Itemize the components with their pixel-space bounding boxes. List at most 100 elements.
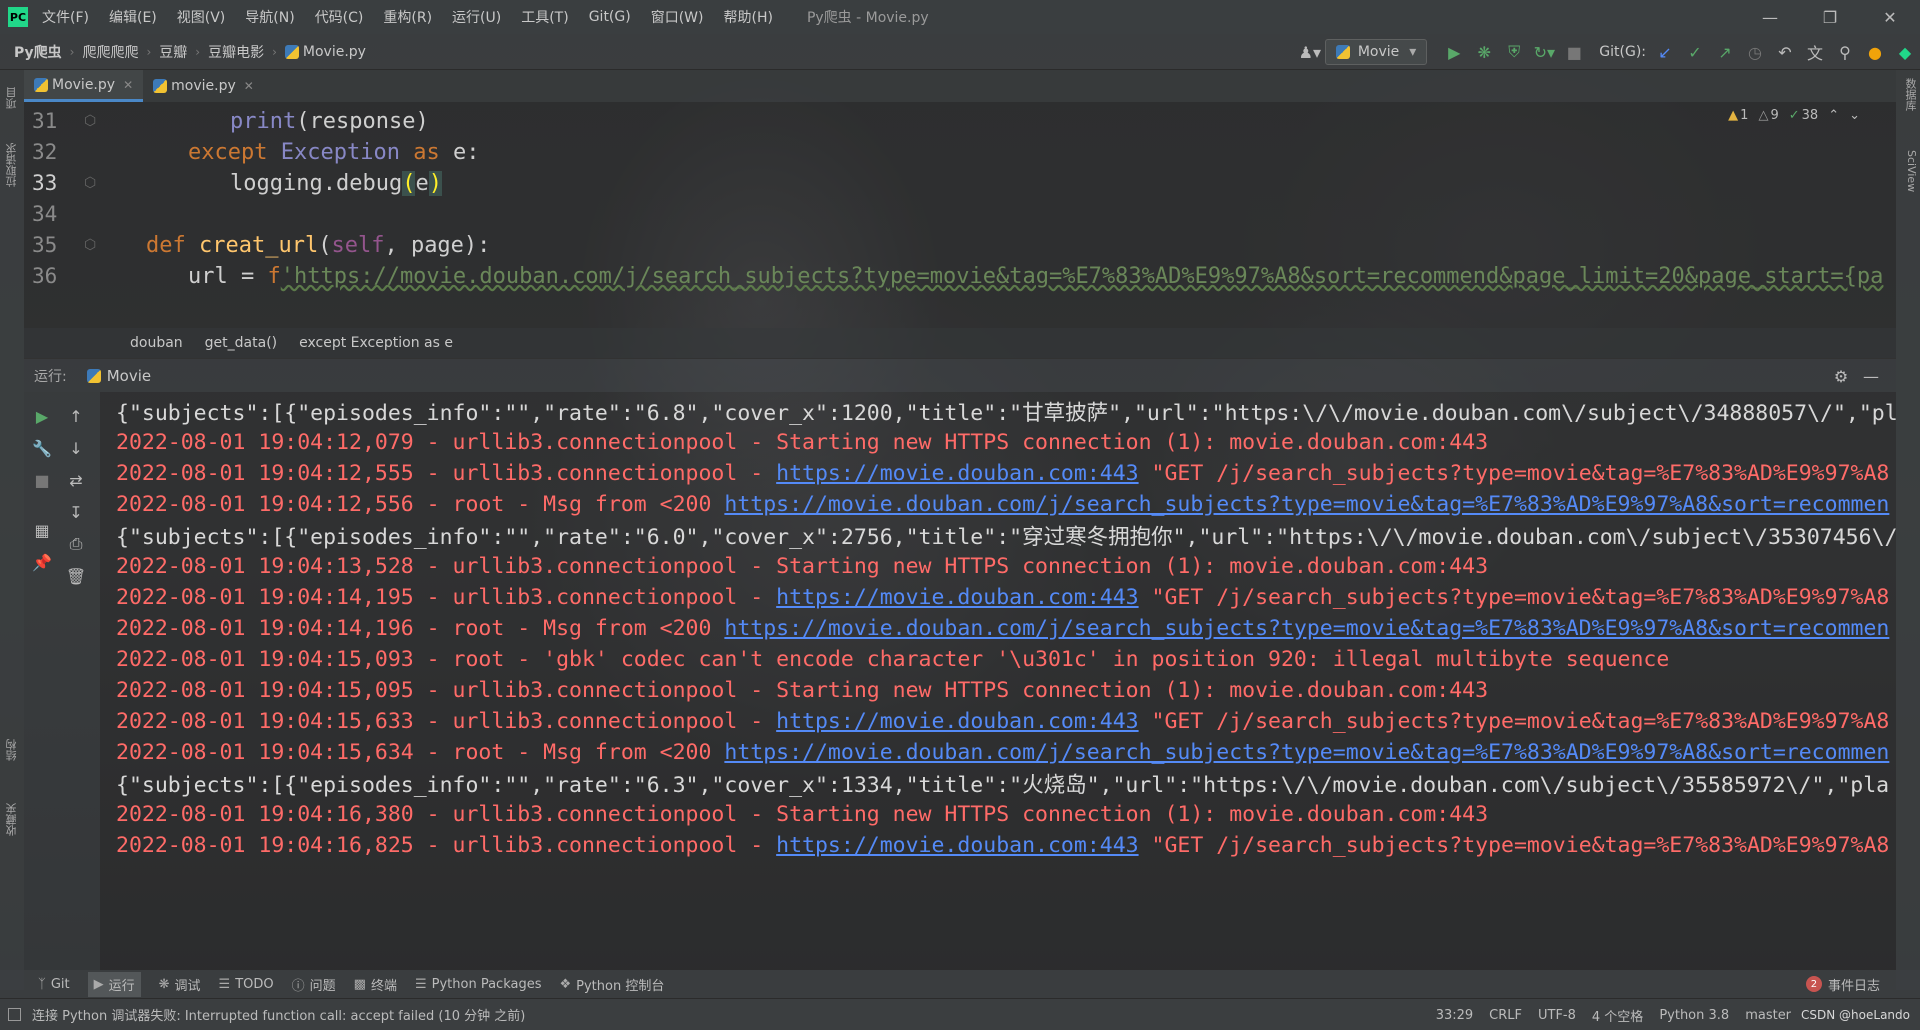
- code-keyword: def: [146, 232, 186, 258]
- tool-window-label: Python 控制台: [576, 978, 665, 994]
- python-interpreter[interactable]: Python 3.8: [1659, 1008, 1729, 1023]
- menu-help[interactable]: 帮助(H): [723, 7, 772, 27]
- breadcrumb-folder-3[interactable]: 豆瓣电影: [208, 42, 264, 62]
- jetbrains-icon[interactable]: ◆: [1890, 34, 1920, 70]
- tool-tab-project[interactable]: 项目: [2, 78, 22, 118]
- tool-window-terminal[interactable]: ▩ 终端: [354, 975, 397, 994]
- restore-icon[interactable]: ❐: [1800, 0, 1860, 34]
- arrow-up-icon[interactable]: ↑: [62, 402, 90, 430]
- user-icon[interactable]: ♟▾: [1295, 34, 1325, 70]
- code-keyword: except: [188, 139, 268, 165]
- tool-tab-pull-requests[interactable]: 拉取请求: [2, 130, 22, 200]
- toggle-tool-windows-icon[interactable]: [8, 1008, 21, 1021]
- git-history-icon[interactable]: ◷: [1740, 34, 1770, 70]
- caret-position[interactable]: 33:29: [1436, 1008, 1473, 1023]
- run-console[interactable]: {"subjects":[{"episodes_info":"","rate":…: [100, 392, 1896, 970]
- breadcrumb-file[interactable]: Movie.py: [284, 44, 366, 60]
- debug-icon[interactable]: ❋: [1469, 34, 1499, 70]
- tab-movie-py[interactable]: movie.py ✕: [143, 70, 264, 102]
- tab-movie-py-active[interactable]: Movie.py ✕: [24, 70, 144, 102]
- search-icon[interactable]: ⚲: [1830, 34, 1860, 70]
- tool-window-problems[interactable]: ⓘ 问题: [292, 975, 336, 994]
- console-text: "GET /j/search_subjects?type=movie&tag=%…: [1138, 708, 1890, 734]
- tool-tab-database[interactable]: 数据库: [1898, 78, 1918, 138]
- tool-tab-sciview[interactable]: SciView: [1898, 150, 1918, 210]
- fold-marker-icon[interactable]: ⬡: [84, 175, 106, 191]
- menu-file[interactable]: 文件(F): [42, 7, 89, 27]
- tool-window-python-packages[interactable]: ☰ Python Packages: [415, 977, 542, 992]
- console-link[interactable]: https://movie.douban.com/j/search_subjec…: [724, 492, 1889, 517]
- minimize-icon[interactable]: —: [1740, 0, 1800, 34]
- update-icon[interactable]: ●: [1860, 34, 1890, 70]
- run-tab-movie[interactable]: Movie: [86, 367, 151, 385]
- tool-window-run[interactable]: ▶ 运行: [87, 971, 141, 997]
- git-branch[interactable]: master: [1745, 1008, 1791, 1023]
- profile-icon[interactable]: ↻▾: [1529, 34, 1559, 70]
- scroll-to-end-icon[interactable]: ↧: [62, 498, 90, 526]
- run-config-selector[interactable]: Movie ▾: [1324, 39, 1428, 65]
- console-link[interactable]: https://movie.douban.com/j/search_subjec…: [724, 616, 1889, 641]
- menu-edit[interactable]: 编辑(E): [109, 7, 157, 27]
- hide-panel-icon[interactable]: —: [1856, 367, 1886, 386]
- file-encoding[interactable]: UTF-8: [1538, 1008, 1576, 1023]
- close-tab-icon[interactable]: ✕: [244, 79, 254, 93]
- menu-navigate[interactable]: 导航(N): [245, 7, 294, 27]
- pycharm-logo-icon[interactable]: PC: [8, 7, 28, 27]
- tab-label: movie.py: [171, 78, 236, 94]
- console-link[interactable]: https://movie.douban.com/j/search_subjec…: [724, 740, 1889, 765]
- tool-window-git[interactable]: ᛉ Git: [38, 977, 70, 992]
- rollback-icon[interactable]: ↶: [1770, 34, 1800, 70]
- translate-icon[interactable]: 文: [1800, 34, 1830, 70]
- gear-icon[interactable]: ⚙: [1826, 367, 1856, 386]
- code-breadcrumb-method[interactable]: get_data(): [205, 335, 277, 351]
- breadcrumb-folder-2[interactable]: 豆瓣: [159, 42, 187, 62]
- git-push-icon[interactable]: ↗: [1710, 34, 1740, 70]
- breadcrumb-project[interactable]: Py爬虫: [14, 42, 62, 62]
- line-separator[interactable]: CRLF: [1489, 1008, 1522, 1023]
- close-icon[interactable]: ✕: [1860, 0, 1920, 34]
- arrow-down-icon[interactable]: ↓: [62, 434, 90, 462]
- menu-run[interactable]: 运行(U): [452, 7, 501, 27]
- close-tab-icon[interactable]: ✕: [123, 78, 133, 92]
- fold-marker-icon[interactable]: ⬡: [84, 237, 106, 253]
- menu-tools[interactable]: 工具(T): [521, 7, 568, 27]
- menu-refactor[interactable]: 重构(R): [383, 7, 432, 27]
- pin-icon[interactable]: 📌: [28, 548, 56, 576]
- console-link[interactable]: https://movie.douban.com:443: [776, 709, 1138, 734]
- console-link[interactable]: https://movie.douban.com:443: [776, 585, 1138, 610]
- menu-view[interactable]: 视图(V): [177, 7, 226, 27]
- layout-icon[interactable]: ▦: [28, 516, 56, 544]
- tool-tab-structure[interactable]: 结构: [2, 730, 22, 770]
- soft-wrap-icon[interactable]: ⇄: [62, 466, 90, 494]
- console-link[interactable]: https://movie.douban.com:443: [776, 833, 1138, 858]
- tool-window-debug[interactable]: ❋ 调试: [159, 975, 201, 994]
- tool-tab-favorites[interactable]: 收藏夹: [2, 790, 22, 850]
- event-log-button[interactable]: 2 事件日志: [1805, 970, 1880, 998]
- status-message[interactable]: 连接 Python 调试器失败: Interrupted function ca…: [32, 1005, 525, 1024]
- chevron-right-icon: ›: [146, 44, 152, 59]
- menu-git[interactable]: Git(G): [589, 9, 631, 25]
- code-editor[interactable]: ▲ 1 △ 9 ✓ 38 ⌃ ⌄ 31 ⬡ print(response) 32…: [24, 102, 1896, 328]
- wrench-icon[interactable]: 🔧: [28, 434, 56, 462]
- git-update-icon[interactable]: ↙: [1650, 34, 1680, 70]
- rerun-icon[interactable]: ▶: [28, 402, 56, 430]
- print-icon[interactable]: ⎙: [62, 530, 90, 558]
- stop-icon[interactable]: ■: [28, 466, 56, 494]
- indent-setting[interactable]: 4 个空格: [1592, 1006, 1643, 1025]
- menu-code[interactable]: 代码(C): [315, 7, 364, 27]
- git-commit-icon[interactable]: ✓: [1680, 34, 1710, 70]
- console-text: 2022-08-01 19:04:14,196 - root - Msg fro…: [116, 615, 725, 641]
- tool-window-python-console[interactable]: ❖ Python 控制台: [559, 975, 664, 994]
- breadcrumb-folder-1[interactable]: 爬爬爬爬: [82, 42, 138, 62]
- code-breadcrumb-block[interactable]: except Exception as e: [299, 335, 453, 351]
- menu-window[interactable]: 窗口(W): [651, 7, 704, 27]
- python-icon: ❖: [559, 976, 572, 992]
- trash-icon[interactable]: 🗑: [62, 562, 90, 590]
- stop-icon[interactable]: ■: [1559, 34, 1589, 70]
- coverage-icon[interactable]: ⛨: [1499, 34, 1529, 70]
- fold-marker-icon[interactable]: ⬡: [84, 113, 106, 129]
- run-icon[interactable]: ▶: [1439, 34, 1469, 70]
- tool-window-todo[interactable]: ☰ TODO: [219, 977, 274, 992]
- code-breadcrumb-class[interactable]: douban: [130, 335, 183, 351]
- console-link[interactable]: https://movie.douban.com:443: [776, 461, 1138, 486]
